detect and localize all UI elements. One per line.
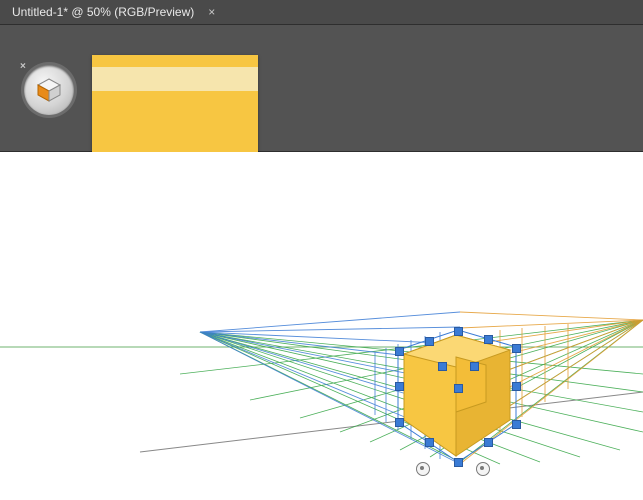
selection-handle[interactable] — [395, 418, 404, 427]
close-icon[interactable]: × — [208, 6, 215, 18]
selection-handle[interactable] — [425, 438, 434, 447]
perspective-plane-widget[interactable] — [24, 65, 74, 115]
document-tab[interactable]: Untitled-1* @ 50% (RGB/Preview) × — [0, 0, 227, 24]
selection-handle[interactable] — [484, 438, 493, 447]
selection-handle[interactable] — [454, 384, 463, 393]
selection-handle[interactable] — [454, 327, 463, 336]
perspective-widget-close-icon[interactable]: × — [20, 61, 26, 72]
selection-handle[interactable] — [484, 335, 493, 344]
artboard[interactable] — [0, 152, 643, 500]
document-tab-title: Untitled-1* @ 50% (RGB/Preview) — [12, 5, 194, 19]
selection-handle[interactable] — [395, 347, 404, 356]
cube-icon — [36, 77, 62, 103]
document-tab-strip: Untitled-1* @ 50% (RGB/Preview) × — [0, 0, 643, 24]
selection-handle[interactable] — [470, 362, 479, 371]
selection-handle[interactable] — [425, 337, 434, 346]
selection-handle[interactable] — [454, 458, 463, 467]
control-bar: × — [0, 24, 643, 152]
selection-handle[interactable] — [512, 344, 521, 353]
selection-handle[interactable] — [395, 382, 404, 391]
perspective-grid — [0, 152, 643, 500]
selection-handle[interactable] — [438, 362, 447, 371]
color-swatch-preview — [92, 55, 258, 167]
selection-handle[interactable] — [512, 382, 521, 391]
perspective-station-point[interactable] — [476, 462, 490, 476]
perspective-station-point[interactable] — [416, 462, 430, 476]
color-swatch-highlight — [92, 67, 258, 91]
selection-handle[interactable] — [512, 420, 521, 429]
